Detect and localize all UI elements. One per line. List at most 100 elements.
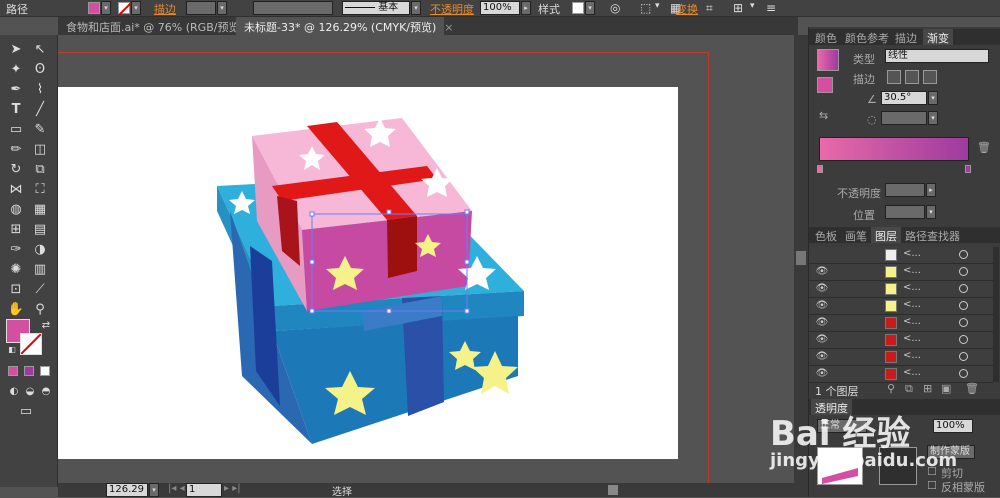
aspect-ratio-field[interactable] [881, 111, 927, 125]
swap-colors-icon[interactable]: ⇄ [36, 317, 56, 335]
pen-tool-icon[interactable]: ✒ [6, 81, 26, 99]
arrange-icon[interactable]: ⊞ [733, 1, 743, 15]
next-artboard-icon[interactable]: ▸ ▸| [224, 483, 241, 494]
brush-dropdown[interactable]: ▾ [411, 1, 421, 15]
hand-tool-icon[interactable]: ✋ [6, 301, 26, 319]
tab-layers[interactable]: 图层 [871, 227, 901, 243]
screen-mode-icon[interactable]: ▭ [16, 403, 36, 421]
none-mode-icon[interactable] [40, 366, 50, 376]
artboard-number-field[interactable]: 1 [186, 483, 222, 497]
locate-object-icon[interactable]: ⚲ [887, 382, 895, 395]
reverse-gradient-icon[interactable]: ⇆ [819, 109, 828, 122]
layer-row[interactable]: 👁 <... [809, 349, 993, 366]
tab-untitled-document[interactable]: 未标题-33* @ 126.29% (CMYK/预览) × [236, 17, 454, 35]
transparency-opacity-field[interactable]: 100% [933, 419, 973, 433]
delete-layer-icon[interactable]: 🗑 [965, 382, 979, 395]
invert-mask-checkbox[interactable]: ☐ [927, 479, 937, 492]
recolor-icon[interactable]: ◎ [610, 1, 620, 15]
layer-row[interactable]: 👁 <... [809, 264, 993, 281]
layer-row[interactable]: 👁 <... [809, 298, 993, 315]
gradient-mode-icon[interactable] [24, 366, 34, 376]
blend-tool-icon[interactable]: ◑ [30, 241, 50, 259]
tab-gradient[interactable]: 渐变 [923, 29, 953, 45]
gradient-stop-start[interactable] [817, 165, 823, 173]
gift-box-illustration[interactable] [212, 106, 527, 446]
eyedropper-icon[interactable]: ✑ [6, 241, 26, 259]
layer-row[interactable]: 👁 <... [809, 366, 993, 383]
align-icon[interactable]: ⬚ [640, 1, 651, 15]
angle-dropdown[interactable]: ▾ [928, 91, 938, 105]
fill-dropdown[interactable]: ▾ [101, 1, 111, 15]
default-colors-icon[interactable]: ◧ [2, 341, 22, 359]
opacity-label[interactable]: 不透明度 [430, 1, 474, 17]
color-mode-icon[interactable] [8, 366, 18, 376]
opacity-field[interactable]: 100% [480, 1, 520, 15]
draw-inside-icon[interactable]: ◓ [36, 383, 56, 401]
gradient-opacity-dropdown[interactable]: ▸ [926, 183, 936, 197]
stroke-weight-field[interactable] [186, 1, 216, 15]
lasso-icon[interactable]: ʘ [30, 61, 50, 79]
isolate-icon[interactable]: ⌗ [706, 1, 713, 16]
gradient-stop-end[interactable] [965, 165, 971, 173]
h-scroll-thumb[interactable] [608, 485, 618, 495]
mesh-tool-icon[interactable]: ⊞ [6, 221, 26, 239]
position-dropdown[interactable]: ▾ [926, 205, 936, 219]
slice-tool-icon[interactable]: ⟋ [30, 281, 50, 299]
zoom-field[interactable]: 126.29 [106, 483, 148, 497]
stroke-weight-dropdown[interactable]: ▾ [217, 1, 227, 15]
tab-swatches[interactable]: 色板 [811, 227, 841, 243]
scale-tool-icon[interactable]: ⧉ [30, 161, 50, 179]
arrange-dropdown-icon[interactable]: ▾ [750, 1, 755, 11]
eraser-icon[interactable]: ◫ [30, 141, 50, 159]
style-dropdown[interactable]: ▾ [585, 1, 595, 15]
first-artboard-icon[interactable]: |◂ ◂ [168, 483, 185, 494]
gradient-fill-box[interactable] [817, 77, 833, 93]
tab-food-document[interactable]: 食物和店面.ai* @ 76% (RGB/预览)× [58, 17, 261, 35]
gradient-tool-icon[interactable]: ▤ [30, 221, 50, 239]
style-swatch[interactable] [572, 2, 584, 14]
variable-width-field[interactable] [253, 1, 333, 15]
tab-brushes[interactable]: 画笔 [841, 227, 871, 243]
perspective-grid-icon[interactable]: ▦ [30, 201, 50, 219]
stroke-along-icon[interactable] [905, 70, 919, 84]
stroke-across-icon[interactable] [923, 70, 937, 84]
curvature-tool-icon[interactable]: ⌇ [30, 81, 50, 99]
column-graph-icon[interactable]: ▥ [30, 261, 50, 279]
align-dropdown-icon[interactable]: ▾ [655, 1, 660, 11]
opacity-dropdown[interactable]: ▸ [521, 1, 531, 15]
tab-color-guide[interactable]: 颜色参考 [841, 29, 893, 45]
symbol-sprayer-icon[interactable]: ✺ [6, 261, 26, 279]
layer-row[interactable]: 👁 <... [809, 281, 993, 298]
layer-row[interactable]: <... [809, 247, 993, 264]
angle-field[interactable]: 30.5° [881, 91, 927, 105]
stroke-within-icon[interactable] [887, 70, 901, 84]
shape-builder-icon[interactable]: ◍ [6, 201, 26, 219]
artboard-tool-icon[interactable]: ⊡ [6, 281, 26, 299]
zoom-dropdown[interactable]: ▾ [149, 483, 159, 497]
direct-selection-tool-icon[interactable]: ↖ [30, 41, 50, 59]
layer-row[interactable]: 👁 <... [809, 332, 993, 349]
rectangle-tool-icon[interactable]: ▭ [6, 121, 26, 139]
fill-swatch[interactable] [88, 2, 100, 14]
pencil-icon[interactable]: ✏ [6, 141, 26, 159]
brush-definition-field[interactable]: 基本 [342, 1, 410, 15]
layer-row[interactable]: 👁 <... [809, 315, 993, 332]
stroke-color-box[interactable] [20, 333, 42, 355]
tab-pathfinder[interactable]: 路径查找器 [901, 227, 964, 243]
new-sublayer-icon[interactable]: ⊞ [923, 382, 932, 395]
menu-icon[interactable]: ≡ [766, 1, 776, 15]
aspect-ratio-dropdown[interactable]: ▾ [928, 111, 938, 125]
paintbrush-icon[interactable]: ✎ [30, 121, 50, 139]
width-tool-icon[interactable]: ⋈ [6, 181, 26, 199]
gradient-preview-swatch[interactable] [817, 49, 839, 71]
selection-tool-icon[interactable]: ➤ [6, 41, 26, 59]
trash-icon[interactable]: 🗑 [977, 141, 991, 154]
free-transform-icon[interactable]: ⛶ [30, 181, 50, 199]
layers-scrollbar[interactable] [993, 247, 999, 382]
new-layer-icon[interactable]: ▣ [941, 382, 951, 395]
line-tool-icon[interactable]: ╱ [30, 101, 50, 119]
stroke-label[interactable]: 描边 [154, 1, 176, 17]
clipping-mask-icon[interactable]: ⧉ [905, 382, 913, 396]
magic-wand-icon[interactable]: ✦ [6, 61, 26, 79]
gradient-opacity-field[interactable] [885, 183, 925, 197]
